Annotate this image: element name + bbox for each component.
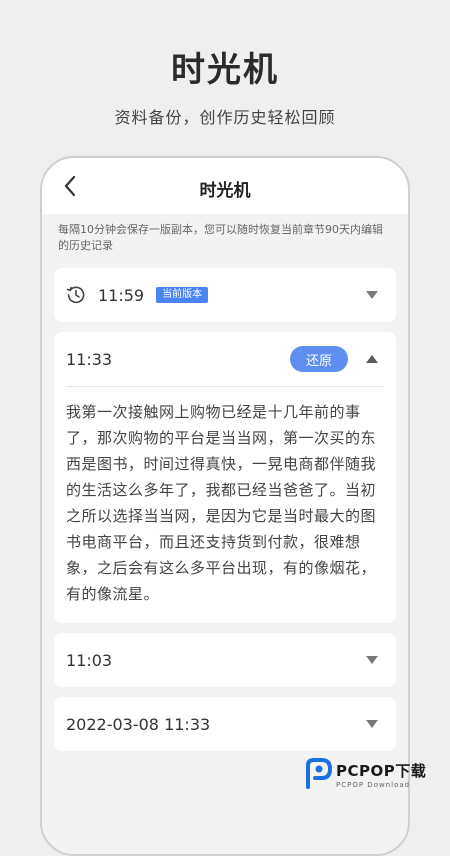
version-row[interactable]: 2022-03-08 11:33 xyxy=(54,697,396,751)
version-card-expanded[interactable]: 11:33 还原 我第一次接触网上购物已经是十几年前的事了，那次购物的平台是当当… xyxy=(54,332,396,623)
watermark-title: PCPOP下载 xyxy=(336,761,427,780)
version-card[interactable]: 11:03 xyxy=(54,633,396,687)
navbar: 时光机 xyxy=(42,158,408,214)
version-card[interactable]: 2022-03-08 11:33 xyxy=(54,697,396,751)
version-row[interactable]: 11:33 还原 xyxy=(54,332,396,386)
watermark-subtitle: PCPOP Download xyxy=(336,780,411,789)
expand-arrow-icon[interactable] xyxy=(366,720,378,728)
version-time: 11:33 xyxy=(66,349,113,369)
version-time: 11:03 xyxy=(66,650,113,670)
history-clock-icon xyxy=(66,285,86,305)
version-card-current[interactable]: 11:59 当前版本 xyxy=(54,268,396,322)
version-time: 11:59 xyxy=(98,285,145,305)
save-notice: 每隔10分钟会保存一版副本，您可以随时恢复当前章节90天内编辑的历史记录 xyxy=(58,223,383,252)
version-row[interactable]: 11:03 xyxy=(54,633,396,687)
current-version-badge: 当前版本 xyxy=(156,287,209,303)
expand-arrow-icon[interactable] xyxy=(366,656,378,664)
promo-subhead: 资料备份，创作历史轻松回顾 xyxy=(114,108,336,127)
version-content: 我第一次接触网上购物已经是十几年前的事了，那次购物的平台是当当网，第一次买的东西… xyxy=(66,403,377,603)
watermark: PCPOP下载 PCPOP Download xyxy=(304,748,450,800)
pcpop-logo-icon xyxy=(306,758,332,789)
collapse-arrow-icon[interactable] xyxy=(366,355,378,363)
promo-headline: 时光机 xyxy=(171,50,279,90)
version-row[interactable]: 11:59 当前版本 xyxy=(54,268,396,322)
expand-arrow-icon[interactable] xyxy=(366,291,378,299)
restore-button[interactable]: 还原 xyxy=(289,346,348,372)
page-title: 时光机 xyxy=(199,181,251,201)
version-time: 2022-03-08 11:33 xyxy=(66,714,211,734)
